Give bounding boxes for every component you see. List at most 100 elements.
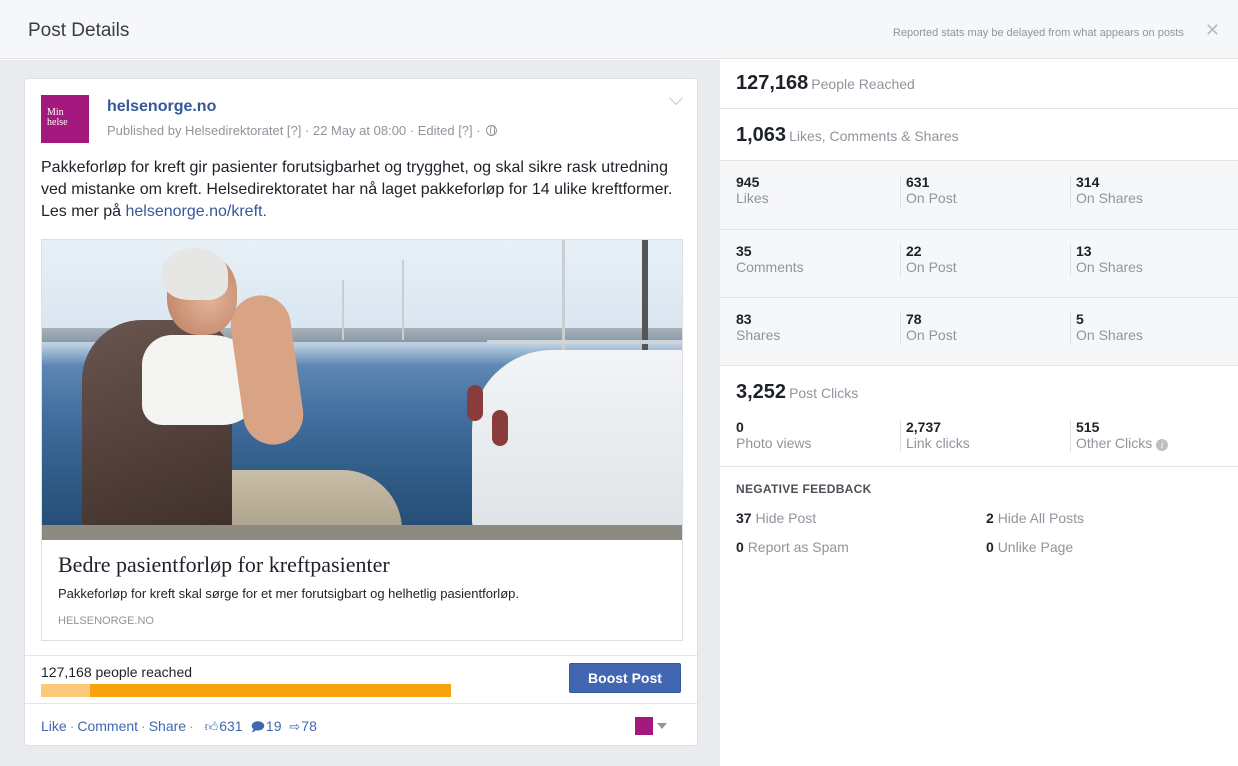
- shares-on-post: 78 On Post: [900, 312, 957, 344]
- likes-on-post: 631 On Post: [900, 175, 957, 207]
- photo-mast: [342, 280, 344, 340]
- photo-dock: [42, 525, 682, 540]
- post-card: Min helse helsenorge.no Published by Hel…: [24, 78, 698, 746]
- comments-total: 35 Comments: [736, 244, 804, 276]
- shares-total-value: 83: [736, 311, 752, 327]
- post-clicks-value: 3,252: [736, 381, 787, 403]
- photo-views: 0 Photo views: [736, 420, 811, 452]
- link-clicks-label: Link clicks: [906, 435, 970, 451]
- share-link[interactable]: Share: [149, 718, 186, 734]
- likes-breakdown-row: 945 Likes 631 On Post 314 On Shares: [720, 161, 1238, 229]
- photo-buoy: [492, 410, 508, 446]
- likes-total: 945 Likes: [736, 175, 769, 207]
- close-icon[interactable]: ✕: [1205, 21, 1220, 39]
- shares-total-label: Shares: [736, 327, 781, 343]
- thumbs-up-icon: 👍︎: [204, 719, 219, 734]
- link-attachment[interactable]: Bedre pasientforløp for kreftpasienter P…: [41, 239, 683, 641]
- likes-on-shares-value: 314: [1076, 174, 1100, 190]
- posting-as-avatar[interactable]: [635, 717, 653, 735]
- comments-on-shares-label: On Shares: [1076, 259, 1143, 275]
- shares-on-post-label: On Post: [906, 327, 957, 343]
- boost-post-button[interactable]: Boost Post: [569, 663, 681, 693]
- post-meta: Published by Helsedirektoratet [?] · 22 …: [107, 123, 498, 138]
- reach-bar-organic-fill: [41, 684, 91, 697]
- post-message: Pakkeforløp for kreft gir pasienter foru…: [41, 157, 681, 223]
- shares-breakdown-row: 83 Shares 78 On Post 5 On Shares: [720, 297, 1238, 365]
- comments-on-post-value: 22: [906, 243, 922, 259]
- page-avatar[interactable]: Min helse: [41, 95, 89, 143]
- post-clicks-row: 3,252 Post Clicks: [720, 381, 1238, 404]
- other-clicks-label-wrap: Other Clicks i: [1076, 435, 1169, 452]
- like-link[interactable]: Like: [41, 718, 67, 734]
- globe-icon[interactable]: [486, 125, 498, 136]
- shares-stat[interactable]: ⇨78: [289, 718, 316, 734]
- hide-post-label: Hide Post: [755, 510, 817, 526]
- photo-boat-rail: [487, 340, 682, 344]
- dialog-header: Post Details Reported stats may be delay…: [0, 0, 1238, 59]
- report-spam-value: 0: [736, 539, 744, 555]
- engagement-label: Likes, Comments & Shares: [789, 128, 959, 144]
- likes-on-post-label: On Post: [906, 190, 957, 206]
- comments-total-label: Comments: [736, 259, 804, 275]
- attachment-title[interactable]: Bedre pasientforløp for kreftpasienter: [58, 552, 390, 578]
- photo-views-value: 0: [736, 419, 744, 435]
- likes-on-shares: 314 On Shares: [1070, 175, 1143, 207]
- photo-mast: [562, 240, 565, 350]
- hide-all-posts-label: Hide All Posts: [997, 510, 1085, 526]
- hide-post-value: 37: [736, 510, 752, 526]
- unlike-page-value: 0: [986, 539, 994, 555]
- likes-total-value: 945: [736, 174, 760, 190]
- photo-person-hair: [162, 248, 228, 300]
- people-reached-label: People Reached: [811, 76, 915, 92]
- hide-all-posts-stat: 2 Hide All Posts: [986, 510, 1084, 526]
- people-reached-value: 127,168: [736, 72, 809, 94]
- attachment-photo[interactable]: [42, 240, 682, 540]
- link-clicks-value: 2,737: [906, 419, 942, 435]
- comment-icon: 🗩: [250, 719, 265, 734]
- comments-on-shares: 13 On Shares: [1070, 244, 1143, 276]
- likes-on-shares-label: On Shares: [1076, 190, 1143, 206]
- unlike-page-stat: 0 Unlike Page: [986, 539, 1073, 555]
- shares-on-shares-value: 5: [1076, 311, 1084, 327]
- likes-on-post-value: 631: [906, 174, 930, 190]
- reach-section: 127,168 people reached Boost Post: [25, 655, 697, 703]
- report-spam-label: Report as Spam: [747, 539, 849, 555]
- report-spam-stat: 0 Report as Spam: [736, 539, 849, 555]
- likes-stat[interactable]: 👍︎631: [205, 718, 243, 734]
- unlike-page-label: Unlike Page: [997, 539, 1074, 555]
- photo-views-label: Photo views: [736, 435, 812, 451]
- separator: ·: [69, 718, 75, 734]
- comment-link[interactable]: Comment: [77, 718, 138, 734]
- photo-buoy: [467, 385, 483, 421]
- likes-count: 631: [219, 718, 243, 734]
- share-icon: ⇨: [289, 719, 301, 734]
- chevron-down-icon[interactable]: [668, 90, 684, 106]
- other-clicks-value: 515: [1076, 419, 1100, 435]
- other-clicks: 515 Other Clicks i: [1070, 419, 1169, 452]
- action-bar: Like · Comment · Share · 👍︎631 🗩19 ⇨78: [25, 703, 697, 747]
- avatar-text-line2: helse: [47, 117, 68, 128]
- engagement-row: 1,063 Likes, Comments & Shares: [720, 124, 1238, 147]
- caret-icon[interactable]: [657, 723, 667, 729]
- attachment-domain: HELSENORGE.NO: [58, 615, 154, 627]
- link-clicks: 2,737 Link clicks: [900, 420, 970, 452]
- post-message-link[interactable]: helsenorge.no/kreft.: [125, 203, 266, 220]
- hide-post-stat: 37 Hide Post: [736, 510, 816, 526]
- comments-breakdown-row: 35 Comments 22 On Post 13 On Shares: [720, 229, 1238, 297]
- post-actions: Like · Comment · Share · 👍︎631 🗩19 ⇨78: [41, 718, 317, 740]
- info-icon[interactable]: i: [1156, 439, 1169, 451]
- comments-on-post-label: On Post: [906, 259, 957, 275]
- comments-on-post: 22 On Post: [900, 244, 957, 276]
- reach-bar: [41, 684, 451, 697]
- other-clicks-label: Other Clicks: [1076, 435, 1153, 451]
- shares-total: 83 Shares: [736, 312, 780, 344]
- hide-all-posts-value: 2: [986, 510, 994, 526]
- photo-mast: [402, 260, 404, 340]
- negative-feedback-heading: NEGATIVE FEEDBACK: [736, 482, 872, 496]
- divider: [720, 108, 1238, 109]
- engagement-breakdown: 945 Likes 631 On Post 314 On Shares 35 Comme…: [720, 160, 1238, 366]
- shares-on-shares: 5 On Shares: [1070, 312, 1143, 344]
- page-name-link[interactable]: helsenorge.no: [107, 98, 216, 116]
- likes-total-label: Likes: [736, 190, 769, 206]
- comments-stat[interactable]: 🗩19: [250, 718, 281, 734]
